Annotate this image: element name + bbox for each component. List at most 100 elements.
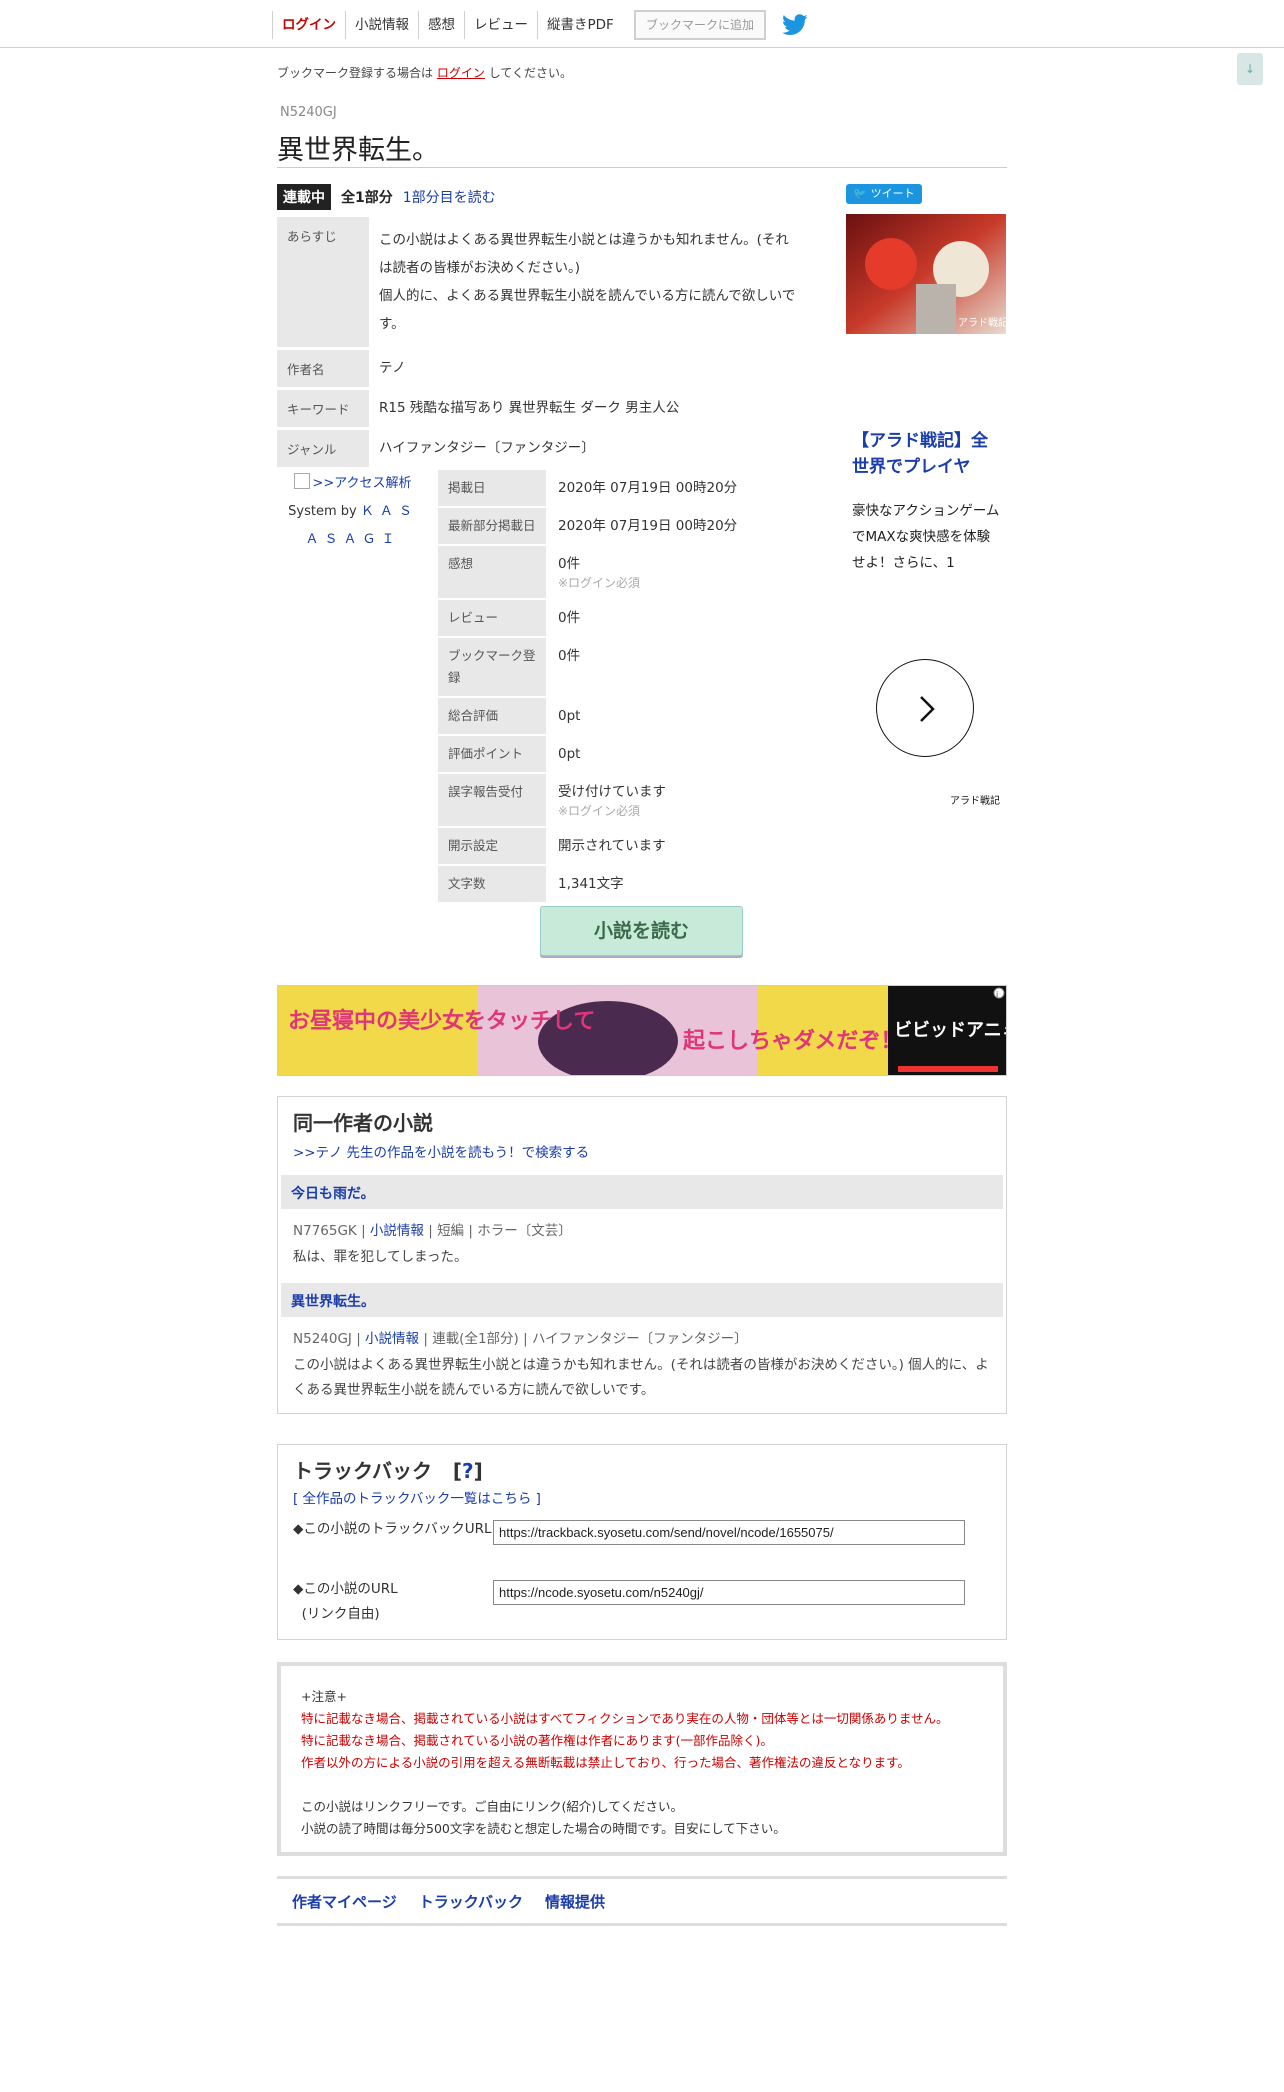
top-navigation: ログイン 小説情報 感想 レビュー 縦書きPDF ブックマークに追加: [0, 0, 1284, 48]
stat-value-cell: 開示されています: [546, 828, 778, 864]
notes-section: +注意+ 特に記載なき場合、掲載されている小説はすべてフィクションであり実在の人…: [277, 1662, 1007, 1856]
read-first-part-link[interactable]: 1部分目を読む: [403, 187, 496, 207]
info-row-synopsis: あらすじ この小説はよくある異世界転生小説とは違うかも知れません。(それは読者の…: [277, 217, 807, 347]
novel-title-link-2[interactable]: 異世界転生。: [281, 1283, 1003, 1317]
page-title: 異世界転生。: [277, 135, 439, 166]
novel-meta-1: N7765GK | 小説情報 | 短編 | ホラー〔文芸〕: [293, 1223, 572, 1239]
add-bookmark-button[interactable]: ブックマークに追加: [634, 10, 766, 40]
broken-image-icon: [294, 473, 311, 489]
ad-description: 豪快なアクションゲームでMAXな爽快感を体験せよ！さらに、1: [852, 503, 1000, 571]
stat-value: 0件: [558, 556, 581, 572]
stat-value-cell: 0pt: [546, 736, 778, 772]
footer-nav: 作者マイページ トラックバック 情報提供: [277, 1876, 1007, 1926]
same-author-title: 同一作者の小説: [293, 1111, 433, 1135]
stat-value: 0pt: [558, 708, 581, 724]
stat-value-cell: 受け付けています ※ログイン必須: [546, 774, 778, 826]
twitter-small-icon: 🐦: [853, 187, 871, 200]
chevron-right-icon: [920, 696, 935, 722]
footer-report[interactable]: 情報提供: [545, 1891, 605, 1912]
stat-label: ブックマーク登録: [438, 638, 546, 696]
ad-artwork-icon: アラド戦記: [846, 214, 1006, 334]
stat-value-cell: 0件: [546, 638, 778, 696]
stat-value: 2020年 07月19日 00時20分: [558, 518, 738, 534]
author-search-link[interactable]: >>テノ 先生の作品を小説を読もう！で検索する: [293, 1141, 589, 1161]
author-label: 作者名: [277, 350, 369, 387]
notes-spacer: [301, 1774, 983, 1796]
trackback-title: トラックバック [?]: [293, 1459, 483, 1483]
tweet-button[interactable]: 🐦 ツイート: [846, 184, 922, 204]
novel-info-link-1[interactable]: 小説情報: [370, 1223, 424, 1239]
author-name: テノ: [379, 360, 406, 376]
nav-novel-info[interactable]: 小説情報: [345, 11, 418, 39]
banner-text-mid: 起こしちゃダメだぞ！: [682, 1028, 902, 1054]
novel-info-link-2[interactable]: 小説情報: [365, 1331, 419, 1347]
stat-value: 1,341文字: [558, 876, 624, 892]
info-row-keywords: キーワード R15 残酷な描写あり 異世界転生 ダーク 男主人公: [277, 390, 807, 427]
all-trackbacks-link[interactable]: [ 全作品のトラックバック一覧はこちら ]: [293, 1487, 541, 1507]
ad-next-button[interactable]: [876, 659, 974, 757]
info-row-author: 作者名 テノ: [277, 350, 807, 387]
trackback-section: トラックバック [?] [ 全作品のトラックバック一覧はこちら ] ◆この小説の…: [277, 1444, 1007, 1640]
info-row-genre: ジャンル ハイファンタジー〔ファンタジー〕: [277, 430, 807, 467]
novel-url-note: (リンク自由): [301, 1606, 380, 1622]
keywords-label: キーワード: [277, 390, 369, 427]
novel-ncode-1: N7765GK: [293, 1223, 357, 1239]
nav-reviews[interactable]: レビュー: [464, 11, 537, 39]
novel-genre-1: ホラー〔文芸〕: [477, 1223, 572, 1239]
nav-list: ログイン 小説情報 感想 レビュー 縦書きPDF: [272, 10, 623, 40]
stat-row: ブックマーク登録 0件: [438, 638, 778, 696]
stat-value-cell: 0件: [546, 600, 778, 636]
novel-type-1: 短編: [437, 1223, 465, 1239]
stat-label: レビュー: [438, 600, 546, 636]
stat-label: 開示設定: [438, 828, 546, 864]
footer-trackback[interactable]: トラックバック: [419, 1891, 523, 1912]
stat-value: 2020年 07月19日 00時20分: [558, 480, 738, 496]
ad-headline[interactable]: 【アラド戦記】全世界でプレイヤ: [852, 428, 1002, 480]
notes-red-1: 特に記載なき場合、掲載されている小説はすべてフィクションであり実在の人物・団体等…: [301, 1711, 949, 1726]
synopsis-label: あらすじ: [277, 217, 369, 347]
nav-login[interactable]: ログイン: [272, 11, 345, 39]
novel-url-label: ◆この小説のURL (リンク自由): [293, 1577, 493, 1627]
stat-value: 0pt: [558, 746, 581, 762]
login-required-note: ※ログイン必須: [558, 804, 641, 818]
trackback-help-link[interactable]: ?: [462, 1459, 474, 1483]
stat-row: レビュー 0件: [438, 600, 778, 636]
stat-label: 文字数: [438, 866, 546, 902]
novel-url-input[interactable]: [493, 1580, 965, 1605]
footer-author-mypage[interactable]: 作者マイページ: [292, 1891, 397, 1912]
banner-artwork-icon: お昼寝中の美少女をタッチして 起こしちゃダメだぞ！ ビビッドアニミー i: [278, 986, 1007, 1075]
scroll-down-button[interactable]: ↓: [1237, 53, 1263, 85]
stat-value-cell: 0pt: [546, 698, 778, 734]
stat-label: 最新部分掲載日: [438, 508, 546, 544]
twitter-icon[interactable]: [782, 14, 808, 36]
tweet-label: ツイート: [870, 187, 915, 200]
stat-value-cell: 0件 ※ログイン必須: [546, 546, 778, 598]
status-row: 連載中 全1部分 1部分目を読む: [277, 184, 496, 210]
novel-info-table: あらすじ この小説はよくある異世界転生小説とは違うかも知れません。(それは読者の…: [277, 217, 807, 470]
novel-title-link-1[interactable]: 今日も雨だ。: [281, 1175, 1003, 1209]
stat-row: 誤字報告受付 受け付けています ※ログイン必須: [438, 774, 778, 826]
notes-red-2: 特に記載なき場合、掲載されている小説の著作権は作者にあります(一部作品除く)。: [301, 1733, 773, 1748]
nav-vertical-pdf[interactable]: 縦書きPDF: [537, 11, 623, 39]
novel-ncode-2: N5240GJ: [293, 1331, 352, 1347]
banner-logo: ビビッドアニミー: [894, 1020, 1007, 1041]
parts-count: 全1部分: [341, 190, 393, 206]
same-author-section: 同一作者の小説 >>テノ 先生の作品を小説を読もう！で検索する 今日も雨だ。 N…: [277, 1096, 1007, 1414]
login-required-note: ※ログイン必須: [558, 576, 641, 590]
trackback-url-input[interactable]: [493, 1520, 965, 1545]
novel-type-2: 連載(全1部分): [432, 1331, 519, 1347]
stat-row: 開示設定 開示されています: [438, 828, 778, 864]
stat-row: 総合評価 0pt: [438, 698, 778, 734]
notice-text-after: してください。: [488, 66, 572, 80]
notes-plain-2: 小説の読了時間は毎分500文字を読むと想定した場合の時間です。目安にして下さい。: [301, 1821, 786, 1836]
notes-red-3: 作者以外の方による小説の引用を超える無断転載は禁止しており、行った場合、著作権法…: [301, 1755, 910, 1770]
banner-ad[interactable]: お昼寝中の美少女をタッチして 起こしちゃダメだぞ！ ビビッドアニミー i: [277, 985, 1007, 1076]
system-by: System by ＫＡＳＡＳＡＧＩ: [280, 498, 426, 554]
notice-login-link[interactable]: ログイン: [437, 66, 485, 80]
access-analysis-link[interactable]: >>アクセス解析: [312, 476, 411, 491]
nav-impressions[interactable]: 感想: [418, 11, 464, 39]
stat-value-cell: 1,341文字: [546, 866, 778, 902]
ad-image[interactable]: アラド戦記: [846, 214, 1006, 334]
stat-value: 0件: [558, 648, 581, 664]
read-novel-button[interactable]: 小説を読む: [540, 906, 743, 956]
